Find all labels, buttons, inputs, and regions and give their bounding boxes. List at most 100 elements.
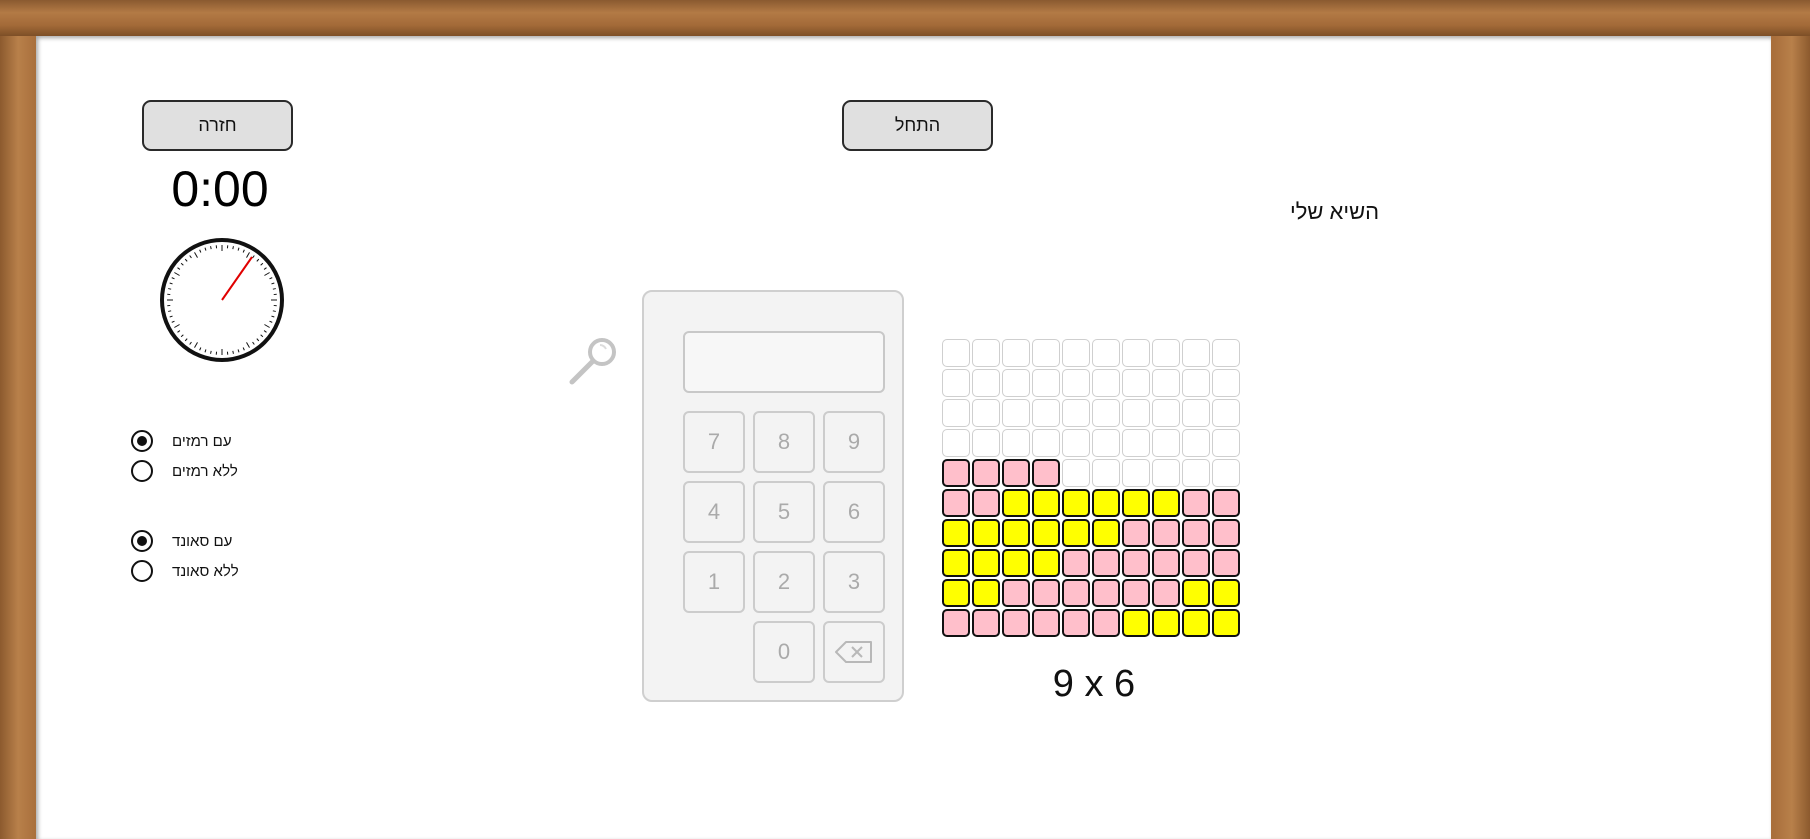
grid-cell <box>1122 399 1150 427</box>
grid-cell <box>1032 489 1060 517</box>
grid-cell <box>1032 609 1060 637</box>
grid-cell <box>1002 399 1030 427</box>
grid-cell <box>972 519 1000 547</box>
grid-cell <box>1152 579 1180 607</box>
grid-cell <box>1032 339 1060 367</box>
grid-cell <box>1212 399 1240 427</box>
grid-cell <box>1092 579 1120 607</box>
key-9[interactable]: 9 <box>823 411 885 473</box>
grid-cell <box>1032 429 1060 457</box>
grid-cell <box>1152 549 1180 577</box>
grid-cell <box>942 429 970 457</box>
grid-cell <box>1122 549 1150 577</box>
grid-cell <box>1062 519 1090 547</box>
grid-cell <box>1122 579 1150 607</box>
radio-selected-dot <box>137 436 147 446</box>
backspace-icon <box>835 641 872 663</box>
grid-cell <box>1182 429 1210 457</box>
multiplication-problem: 9 x 6 <box>1052 663 1136 705</box>
grid-cell <box>1122 339 1150 367</box>
magnifier-icon[interactable] <box>567 335 619 387</box>
radio-selected-dot <box>137 536 147 546</box>
grid-cell <box>1062 399 1090 427</box>
grid-cell <box>942 609 970 637</box>
grid-cell <box>1002 489 1030 517</box>
grid-cell <box>1152 369 1180 397</box>
radio-label: עם רמזים <box>172 432 232 450</box>
grid-cell <box>1062 339 1090 367</box>
grid-cell <box>1002 519 1030 547</box>
clock-tick <box>272 288 276 290</box>
grid-cell <box>1092 609 1120 637</box>
grid-cell <box>1062 609 1090 637</box>
grid-cell <box>1122 369 1150 397</box>
clock-tick <box>168 288 172 290</box>
clock-tick <box>232 246 234 250</box>
grid-cell <box>972 549 1000 577</box>
clock-tick <box>210 246 212 250</box>
clock-tick <box>210 350 212 354</box>
grid-cell <box>1062 429 1090 457</box>
key-7[interactable]: 7 <box>683 411 745 473</box>
back-button[interactable]: חזרה <box>142 100 293 151</box>
wooden-frame-top <box>0 0 1810 36</box>
clock-tick <box>168 310 172 312</box>
grid-cell <box>1002 339 1030 367</box>
grid-cell <box>1062 459 1090 487</box>
grid-cell <box>1032 519 1060 547</box>
grid-cell <box>972 609 1000 637</box>
radio-button[interactable] <box>131 430 153 452</box>
multiplication-grid <box>942 339 1244 641</box>
grid-cell <box>1092 369 1120 397</box>
grid-cell <box>1092 489 1120 517</box>
grid-cell <box>1092 399 1120 427</box>
grid-cell <box>1002 609 1030 637</box>
radio-button[interactable] <box>131 560 153 582</box>
grid-cell <box>1062 489 1090 517</box>
grid-cell <box>1152 489 1180 517</box>
radio-hints-off[interactable]: ללא רמזים <box>131 459 238 483</box>
grid-cell <box>1182 489 1210 517</box>
radio-label: עם סאונד <box>172 532 233 550</box>
grid-cell <box>972 369 1000 397</box>
key-4[interactable]: 4 <box>683 481 745 543</box>
grid-cell <box>972 489 1000 517</box>
grid-cell <box>1182 369 1210 397</box>
key-8[interactable]: 8 <box>753 411 815 473</box>
radio-button[interactable] <box>131 460 153 482</box>
grid-cell <box>1032 369 1060 397</box>
grid-cell <box>972 459 1000 487</box>
grid-cell <box>1062 549 1090 577</box>
radio-button[interactable] <box>131 530 153 552</box>
grid-cell <box>1182 339 1210 367</box>
key-1[interactable]: 1 <box>683 551 745 613</box>
key-2[interactable]: 2 <box>753 551 815 613</box>
grid-cell <box>1122 459 1150 487</box>
grid-cell <box>1212 339 1240 367</box>
start-button[interactable]: התחל <box>842 100 993 151</box>
grid-cell <box>1152 519 1180 547</box>
grid-cell <box>942 519 970 547</box>
radio-sound-on[interactable]: עם סאונד <box>131 529 232 553</box>
grid-cell <box>942 549 970 577</box>
grid-cell <box>942 489 970 517</box>
key-5[interactable]: 5 <box>753 481 815 543</box>
backspace-key[interactable] <box>823 621 885 683</box>
grid-cell <box>1002 549 1030 577</box>
grid-cell <box>1032 549 1060 577</box>
radio-hints-on[interactable]: עם רמזים <box>131 429 232 453</box>
grid-cell <box>942 369 970 397</box>
timer-display: 0:00 <box>171 161 269 217</box>
grid-cell <box>1032 459 1060 487</box>
grid-cell <box>1182 579 1210 607</box>
calculator: 7 8 9 4 5 6 1 2 3 0 <box>642 290 904 702</box>
key-3[interactable]: 3 <box>823 551 885 613</box>
grid-cell <box>972 429 1000 457</box>
grid-cell <box>1152 429 1180 457</box>
key-0[interactable]: 0 <box>753 621 815 683</box>
radio-sound-off[interactable]: ללא סאונד <box>131 559 239 583</box>
key-6[interactable]: 6 <box>823 481 885 543</box>
grid-cell <box>1212 609 1240 637</box>
grid-cell <box>1182 549 1210 577</box>
grid-cell <box>972 399 1000 427</box>
